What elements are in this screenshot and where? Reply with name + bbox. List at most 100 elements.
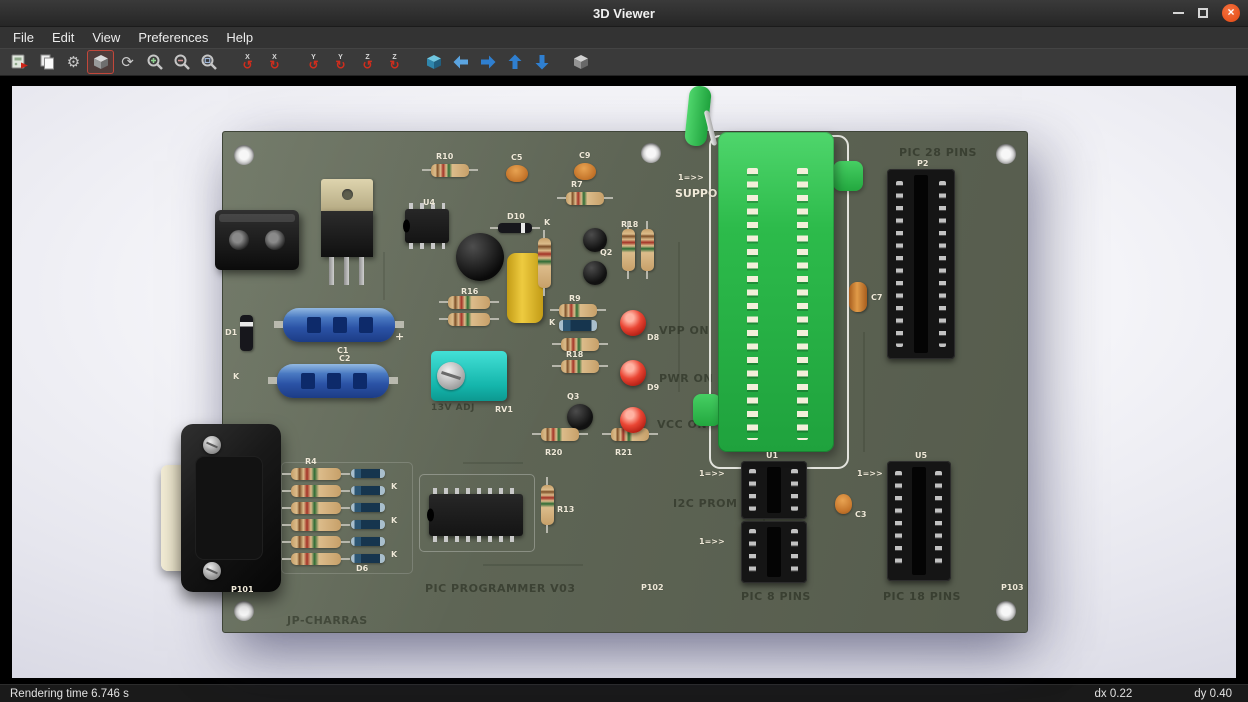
rotate-y-ccw-button[interactable]: Y ↺ <box>300 50 327 74</box>
zoom-fit-button[interactable] <box>195 50 222 74</box>
flip-board-button[interactable] <box>420 50 447 74</box>
refresh-icon: ⟳ <box>121 55 134 70</box>
dy-readout: dy 0.40 <box>1194 688 1232 700</box>
silk-ref: K <box>544 218 550 227</box>
led-d8 <box>620 310 646 336</box>
resistor-r9 <box>559 304 597 317</box>
ic-u4 <box>405 209 449 243</box>
silk-ref: R18 <box>621 220 638 229</box>
resistor-r18 <box>622 229 635 271</box>
ortho-view-button[interactable] <box>567 50 594 74</box>
silk-ref: U1 <box>766 451 778 460</box>
silk-ref: C3 <box>855 510 866 519</box>
silk-ref: RV1 <box>495 405 513 414</box>
pan-up-button[interactable] <box>501 50 528 74</box>
resistor <box>291 519 341 531</box>
cube-icon <box>572 53 590 71</box>
menu-preferences[interactable]: Preferences <box>129 30 217 45</box>
diode <box>351 469 385 478</box>
socket-pin-column <box>791 469 798 511</box>
minimize-icon[interactable] <box>1173 12 1184 14</box>
silk-ref: U5 <box>915 451 927 460</box>
copper-trace <box>483 564 583 566</box>
db9-screw <box>203 436 221 454</box>
pan-left-button[interactable] <box>447 50 474 74</box>
pot-window <box>307 317 321 333</box>
pot-window <box>327 373 341 389</box>
socket-pin-column <box>749 529 756 575</box>
silk-ref: K <box>391 550 397 559</box>
resistor-r13 <box>541 485 554 525</box>
rotate-x-cw-button[interactable]: X ↻ <box>261 50 288 74</box>
rotate-z-cw-button[interactable]: Z ↻ <box>381 50 408 74</box>
zif-socket <box>718 132 834 452</box>
arrow-up-icon <box>506 53 524 71</box>
mounting-hole <box>234 145 254 165</box>
zoom-in-button[interactable] <box>141 50 168 74</box>
led <box>620 407 646 433</box>
pot-window <box>353 373 367 389</box>
silk-ref: R20 <box>545 448 562 457</box>
terminal-block <box>215 210 299 270</box>
diode <box>351 520 385 529</box>
copy-icon <box>38 53 56 71</box>
silk-ref: + <box>395 330 404 343</box>
rotate-y-cw-button[interactable]: Y ↻ <box>327 50 354 74</box>
flip-cube-icon <box>425 53 443 71</box>
silk-ref: R7 <box>571 180 583 189</box>
copy-image-button[interactable] <box>33 50 60 74</box>
arrow-left-icon <box>452 53 470 71</box>
silk-ref: K <box>233 372 239 381</box>
menu-view[interactable]: View <box>83 30 129 45</box>
voltage-regulator <box>321 211 373 257</box>
menu-edit[interactable]: Edit <box>43 30 83 45</box>
capacitor-c3 <box>835 494 852 514</box>
capacitor-c5 <box>506 165 528 182</box>
orient-cube-button[interactable] <box>87 50 114 74</box>
export-image-icon <box>10 53 30 71</box>
socket-pin-column <box>895 471 902 571</box>
copper-trace <box>383 252 385 300</box>
export-image-button[interactable] <box>6 50 33 74</box>
close-icon[interactable]: × <box>1222 4 1240 22</box>
trimmer-rv1 <box>431 351 507 401</box>
pan-down-button[interactable] <box>528 50 555 74</box>
silk-ref: R21 <box>615 448 632 457</box>
silk-pin1-marker: 1=>> <box>699 469 725 478</box>
menu-help[interactable]: Help <box>217 30 262 45</box>
arrow-down-icon <box>533 53 551 71</box>
ic-dip <box>429 494 523 536</box>
db9-connector <box>181 424 281 592</box>
titlebar: 3D Viewer × <box>0 0 1248 27</box>
settings-button[interactable]: ⚙ <box>60 50 87 74</box>
resistor-r20 <box>541 428 579 441</box>
3d-canvas[interactable]: PIC 28 PINS VPP ON PWR ON VCC ON I2C PRO… <box>12 86 1236 678</box>
silk-pic18: PIC 18 PINS <box>883 590 961 603</box>
rotate-ccw-icon: ↺ <box>308 59 318 71</box>
resistor <box>448 313 490 326</box>
zoom-in-icon <box>146 53 164 71</box>
gear-icon: ⚙ <box>67 55 80 70</box>
silk-ref: K <box>391 516 397 525</box>
led-d9 <box>620 360 646 386</box>
silk-ref: R16 <box>461 287 478 296</box>
silk-pic8: PIC 8 PINS <box>741 590 811 603</box>
silk-ref: C9 <box>579 151 590 160</box>
zoom-out-button[interactable] <box>168 50 195 74</box>
mounting-hole <box>641 143 661 163</box>
rotate-x-ccw-button[interactable]: X ↺ <box>234 50 261 74</box>
pan-right-button[interactable] <box>474 50 501 74</box>
potentiometer-c1 <box>283 308 395 342</box>
refresh-view-button[interactable]: ⟳ <box>114 50 141 74</box>
silk-ref: P102 <box>641 583 664 592</box>
pot-window <box>301 373 315 389</box>
silk-pin1-marker: 1=>> <box>699 537 725 546</box>
silk-ref: U4 <box>423 198 435 207</box>
maximize-icon[interactable] <box>1198 8 1208 18</box>
viewport-frame: PIC 28 PINS VPP ON PWR ON VCC ON I2C PRO… <box>0 76 1248 684</box>
menu-file[interactable]: File <box>4 30 43 45</box>
window-title: 3D Viewer <box>593 6 655 21</box>
mounting-hole <box>234 601 254 621</box>
copper-trace <box>863 332 865 452</box>
rotate-z-ccw-button[interactable]: Z ↺ <box>354 50 381 74</box>
